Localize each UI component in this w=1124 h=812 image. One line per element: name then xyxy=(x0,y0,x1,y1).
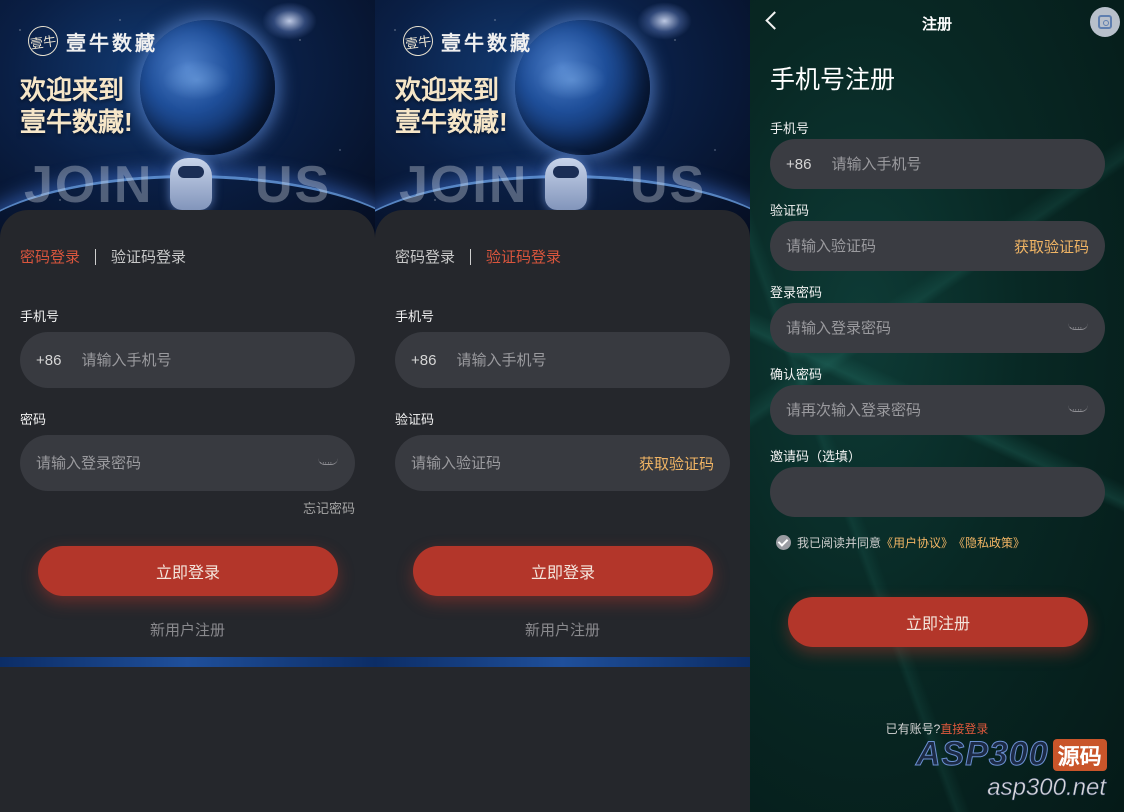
password-field xyxy=(20,435,355,491)
tab-divider xyxy=(470,248,472,265)
welcome-banner: 壹牛 壹牛数藏 欢迎来到 壹牛数藏! JOIN US xyxy=(0,0,375,240)
login-button[interactable]: 立即登录 xyxy=(413,546,713,596)
code-input[interactable] xyxy=(411,454,639,472)
us-text: US xyxy=(630,156,707,214)
country-code[interactable]: +86 xyxy=(36,352,61,369)
welcome-line-2: 壹牛数藏! xyxy=(395,107,508,137)
agree-checkbox[interactable] xyxy=(776,535,791,550)
brand-logo: 壹牛 壹牛数藏 xyxy=(26,24,158,58)
code-label: 验证码 xyxy=(770,203,810,218)
welcome-heading: 欢迎来到 壹牛数藏! xyxy=(20,74,133,138)
login-tabs: 密码登录 验证码登录 xyxy=(395,246,561,267)
user-agreement-link[interactable]: 《用户协议》 xyxy=(881,534,953,551)
register-link[interactable]: 新用户注册 xyxy=(0,619,375,640)
phone-input[interactable] xyxy=(81,351,339,369)
password-label: 登录密码 xyxy=(770,285,823,300)
scan-icon[interactable] xyxy=(1090,7,1120,37)
privacy-policy-link[interactable]: 《隐私政策》 xyxy=(953,534,1025,551)
agreement-row: 我已阅读并同意 《用户协议》 《隐私政策》 xyxy=(776,534,1025,551)
login-card: 密码登录 验证码登录 手机号 +86 验证码 获取验证码 立即登录 新用户注册 xyxy=(375,210,750,657)
phone-field: +86 xyxy=(395,332,730,388)
welcome-line-2: 壹牛数藏! xyxy=(20,107,133,137)
code-label: 验证码 xyxy=(395,412,435,427)
country-code[interactable]: +86 xyxy=(786,156,811,173)
register-screen: 注册 手机号注册 手机号 +86 验证码 获取验证码 登录密码 确认密码 邀请码… xyxy=(750,0,1124,812)
planet-image xyxy=(515,20,650,155)
brand-logo: 壹牛 壹牛数藏 xyxy=(401,24,533,58)
invite-code-label: 邀请码（选填） xyxy=(770,449,862,464)
astronaut-icon xyxy=(537,150,595,212)
register-link[interactable]: 新用户注册 xyxy=(375,619,750,640)
tab-divider xyxy=(95,248,97,265)
login-tabs: 密码登录 验证码登录 xyxy=(20,246,186,267)
watermark-brand: ASP300 xyxy=(916,735,1049,774)
agree-text: 我已阅读并同意 xyxy=(797,536,882,550)
tab-code-login[interactable]: 验证码登录 xyxy=(111,246,186,267)
tab-code-login[interactable]: 验证码登录 xyxy=(486,246,561,267)
code-input[interactable] xyxy=(786,237,1014,255)
register-button[interactable]: 立即注册 xyxy=(788,597,1088,647)
us-text: US xyxy=(255,156,332,214)
forgot-password-link[interactable]: 忘记密码 xyxy=(303,498,355,517)
galaxy-decoration xyxy=(262,2,317,40)
code-field: 获取验证码 xyxy=(770,221,1105,271)
code-login-screen: 壹牛 壹牛数藏 欢迎来到 壹牛数藏! JOIN US 密码登录 验证码登录 手机… xyxy=(375,0,750,812)
bottom-strip xyxy=(0,657,375,667)
astronaut-icon xyxy=(162,150,220,212)
login-button[interactable]: 立即登录 xyxy=(38,546,338,596)
logo-mark-icon: 壹牛 xyxy=(401,24,435,58)
welcome-banner: 壹牛 壹牛数藏 欢迎来到 壹牛数藏! JOIN US xyxy=(375,0,750,240)
watermark: ASP300 源码 asp300.net xyxy=(916,735,1116,807)
get-code-button[interactable]: 获取验证码 xyxy=(639,453,714,474)
phone-input[interactable] xyxy=(831,155,1089,173)
tab-password-login[interactable]: 密码登录 xyxy=(20,246,80,267)
phone-field: +86 xyxy=(20,332,355,388)
password-label: 密码 xyxy=(20,412,47,427)
join-text: JOIN xyxy=(399,156,529,214)
tab-password-login[interactable]: 密码登录 xyxy=(395,246,455,267)
phone-label: 手机号 xyxy=(395,309,435,324)
register-heading: 手机号注册 xyxy=(770,66,896,94)
invite-code-field xyxy=(770,467,1105,517)
has-account-text: 已有账号? xyxy=(885,722,941,736)
page-title: 注册 xyxy=(921,16,952,33)
eye-closed-icon[interactable] xyxy=(317,458,339,470)
password-field xyxy=(770,303,1105,353)
password-input[interactable] xyxy=(786,319,1067,337)
confirm-password-input[interactable] xyxy=(786,401,1067,419)
brand-name: 壹牛数藏 xyxy=(441,32,533,55)
top-bar: 注册 xyxy=(750,0,1124,44)
phone-field: +86 xyxy=(770,139,1105,189)
watermark-url: asp300.net xyxy=(987,774,1106,802)
brand-name: 壹牛数藏 xyxy=(66,32,158,55)
join-text: JOIN xyxy=(24,156,154,214)
welcome-line-1: 欢迎来到 xyxy=(20,75,125,105)
galaxy-decoration xyxy=(637,2,692,40)
welcome-line-1: 欢迎来到 xyxy=(395,75,500,105)
country-code[interactable]: +86 xyxy=(411,352,436,369)
planet-image xyxy=(140,20,275,155)
eye-closed-icon[interactable] xyxy=(1067,405,1089,417)
welcome-heading: 欢迎来到 壹牛数藏! xyxy=(395,74,508,138)
invite-code-input[interactable] xyxy=(786,483,1089,501)
direct-login-link[interactable]: 直接登录 xyxy=(940,722,988,736)
login-card: 密码登录 验证码登录 手机号 +86 密码 忘记密码 立即登录 新用户注册 xyxy=(0,210,375,657)
phone-label: 手机号 xyxy=(770,121,810,136)
eye-closed-icon[interactable] xyxy=(1067,323,1089,335)
code-field: 获取验证码 xyxy=(395,435,730,491)
bottom-strip xyxy=(375,657,750,667)
confirm-password-label: 确认密码 xyxy=(770,367,823,382)
phone-input[interactable] xyxy=(456,351,714,369)
watermark-tag: 源码 xyxy=(1052,738,1107,771)
logo-mark-icon: 壹牛 xyxy=(26,24,60,58)
password-login-screen: 壹牛 壹牛数藏 欢迎来到 壹牛数藏! JOIN US 密码登录 验证码登录 手机… xyxy=(0,0,375,812)
confirm-password-field xyxy=(770,385,1105,435)
phone-label: 手机号 xyxy=(20,309,60,324)
get-code-button[interactable]: 获取验证码 xyxy=(1014,236,1089,257)
password-input[interactable] xyxy=(36,454,317,472)
